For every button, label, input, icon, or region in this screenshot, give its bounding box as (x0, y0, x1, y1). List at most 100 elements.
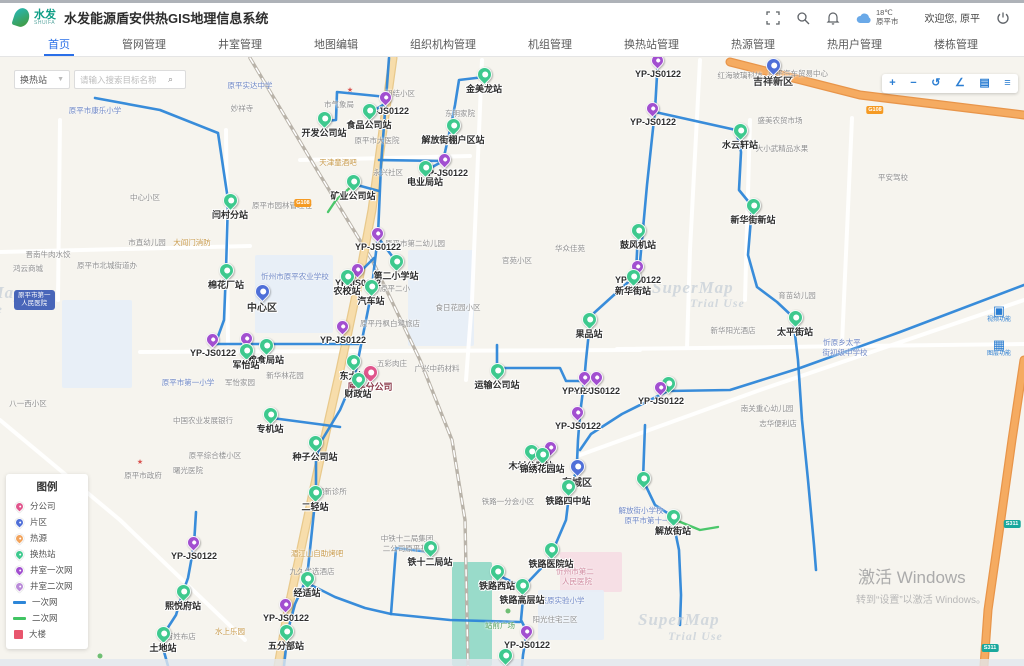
zoom-in-button[interactable]: + (889, 78, 895, 89)
search-icon[interactable]: ⌕ (168, 74, 173, 85)
map-poi-label: 原平实达中学 (228, 80, 273, 91)
legend-item-label: 井室一次网 (30, 564, 73, 576)
well-primary-pin[interactable] (368, 224, 386, 242)
well-primary-pin[interactable] (203, 330, 221, 348)
search-input[interactable] (80, 75, 168, 85)
map-poi-label: 南关重心幼儿园 (741, 403, 794, 414)
legend-list-button[interactable]: ≡ (1004, 78, 1010, 89)
legend-pin-icon (13, 516, 26, 529)
nav-item-3[interactable]: 井室管理 (192, 32, 288, 56)
nav-item-8[interactable]: 热源管理 (705, 32, 801, 56)
map-pin-label: 金美龙站 (466, 82, 502, 95)
well-primary-pin[interactable] (587, 368, 605, 386)
map-pin-label: 棉花厂站 (208, 278, 244, 291)
map-poi-label: 原平市第一小学 (162, 377, 215, 388)
activation-subtext: 转到“设置”以激活 Windows。 (856, 591, 986, 606)
map-pin-label: 铁路高层站 (499, 593, 544, 606)
map-poi-label: 志华便利店 (759, 418, 797, 429)
poi-star-icon: ★ (347, 86, 353, 94)
map-pin-label: YP-JS0122 (263, 613, 309, 623)
well-primary-pin[interactable] (184, 533, 202, 551)
legend-pin-icon (13, 548, 26, 561)
map-poi-label: 原平综合楼小区 (189, 450, 242, 461)
map-legend: 图例 分公司片区热源换热站井室一次网井室二次网一次网二次网大楼 (6, 474, 88, 649)
side-button-2[interactable]: ▦图层功能 (984, 338, 1014, 358)
nav-item-7[interactable]: 换热站管理 (598, 32, 705, 56)
legend-item-label: 二次网 (32, 612, 58, 624)
app-window: 水发 SHUIFA 水发能源盾安供热GIS地理信息系统 18℃ 原平市 (0, 0, 1024, 666)
nav-item-1[interactable]: 首页 (22, 32, 96, 56)
nav-item-9[interactable]: 热用户管理 (801, 32, 908, 56)
legend-item-label: 换热站 (30, 548, 56, 560)
well-primary-pin[interactable] (276, 595, 294, 613)
layer-switch-button[interactable]: ▤ (979, 78, 989, 89)
map-pin-label: 解放街棚户区站 (421, 133, 484, 146)
map-poi-label: 大小武精品水果 (756, 143, 809, 154)
activation-text: 激活 Windows (858, 563, 966, 588)
search-icon[interactable] (796, 11, 810, 25)
map-pin-label: 财政站 (344, 387, 371, 400)
map-pin-label: 解放街站 (655, 524, 691, 537)
map-poi-label: 原平二小 (380, 283, 410, 294)
map-pin-label: 土地站 (149, 641, 176, 654)
map-overlays: SuperMapTrial UseSuperMapTrial UseSuperM… (0, 57, 1024, 666)
side-button-1[interactable]: ▣视频功能 (984, 304, 1014, 324)
fullscreen-icon[interactable] (766, 11, 780, 25)
map-pin-label: 中心区 (247, 299, 277, 314)
bell-icon[interactable] (826, 11, 840, 25)
map-poi-label: 忻州市原平农业学校 (261, 271, 329, 282)
window-edge (0, 0, 1024, 3)
legend-item-1: 分公司 (13, 498, 81, 514)
map-pin-label: 矿业公司站 (330, 189, 375, 202)
map-pin-label: YP-JS0122 (320, 335, 366, 345)
map-pin-label: 水云轩站 (722, 138, 758, 151)
nav-item-2[interactable]: 管网管理 (96, 32, 192, 56)
power-icon[interactable] (996, 11, 1010, 25)
nav-item-5[interactable]: 组织机构管理 (384, 32, 502, 56)
map-canvas[interactable]: SuperMapTrial UseSuperMapTrial UseSuperM… (0, 57, 1024, 666)
map-pin-label: 锦绣花园站 (519, 462, 564, 475)
zoom-out-button[interactable]: − (910, 78, 916, 89)
station-pin[interactable] (633, 468, 654, 489)
watermark-text: SuperMap (652, 278, 734, 298)
header-bar: 水发 SHUIFA 水发能源盾安供热GIS地理信息系统 18℃ 原平市 (0, 3, 1024, 32)
well-primary-pin[interactable] (517, 622, 535, 640)
main-nav: 首页管网管理井室管理地图编辑组织机构管理机组管理换热站管理热源管理热用户管理楼栋… (0, 32, 1024, 57)
legend-line-icon (13, 601, 26, 604)
nav-item-11[interactable]: 小区管理 (1004, 32, 1024, 56)
nav-item-10[interactable]: 楼栋管理 (908, 32, 1004, 56)
reset-view-button[interactable]: ↺ (931, 78, 940, 89)
map-pin-label: 二轻站 (301, 500, 328, 513)
map-poi-label: 东明家院 (445, 108, 475, 119)
map-pin-label: 闫村分站 (212, 208, 248, 221)
legend-item-label: 一次网 (32, 596, 58, 608)
well-primary-pin[interactable] (568, 403, 586, 421)
legend-item-label: 大楼 (29, 628, 46, 640)
well-primary-pin[interactable] (333, 317, 351, 335)
header-actions: 18℃ 原平市 欢迎您, 原平 (766, 9, 1010, 26)
map-poi-label: 妙祥寺 (231, 103, 254, 114)
map-poi-label: 曙光医院 (173, 465, 203, 476)
legend-pin-icon (13, 564, 26, 577)
map-poi-label: 盛美农贸市场 (758, 115, 803, 126)
legend-line-icon (13, 617, 26, 620)
measure-button[interactable]: ∠ (955, 78, 965, 89)
nav-item-6[interactable]: 机组管理 (502, 32, 598, 56)
map-poi-label: 站前广场 (485, 620, 515, 631)
poi-tree-icon (506, 609, 511, 614)
map-poi-label: 平安驾校 (878, 172, 908, 183)
map-pin-label: YP-JS0122 (638, 396, 684, 406)
weather-widget: 18℃ 原平市 (856, 9, 899, 26)
map-poi-label: 湄江山自助烤吧 (291, 548, 344, 559)
well-primary-pin[interactable] (643, 99, 661, 117)
legend-item-9: 大楼 (13, 626, 81, 642)
nav-item-4[interactable]: 地图编辑 (288, 32, 384, 56)
well-primary-pin[interactable] (435, 150, 453, 168)
well-primary-pin[interactable] (648, 57, 666, 70)
watermark-text: Trial Use (0, 302, 3, 317)
search-category-value: 换热站 (20, 73, 47, 86)
map-toolbar: + − ↺ ∠ ▤ ≡ (882, 74, 1018, 93)
logo-icon (11, 6, 31, 29)
search-category-select[interactable]: 换热站 ▼ (14, 70, 70, 89)
screens-icon: ▣ (984, 304, 1014, 317)
